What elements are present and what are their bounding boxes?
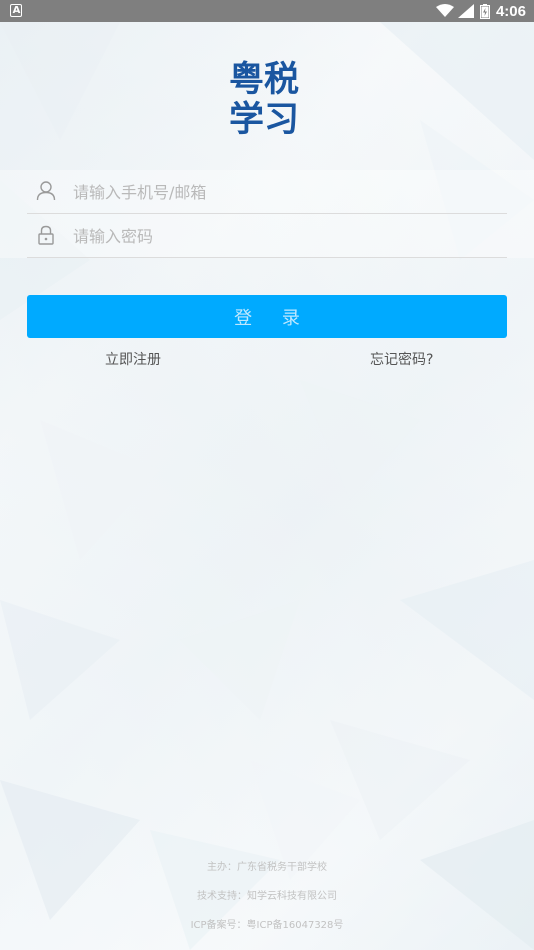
wifi-icon xyxy=(435,4,454,17)
app-logo: 粤税 学习 xyxy=(229,60,309,140)
low-poly-background-pattern xyxy=(0,22,534,950)
lock-icon xyxy=(38,225,54,245)
logo-line-2: 学习 xyxy=(229,100,300,140)
login-form xyxy=(0,170,534,258)
status-bar: A 4:06 xyxy=(0,0,534,22)
forgot-password-link[interactable]: 忘记密码? xyxy=(370,349,433,369)
account-field xyxy=(27,170,507,214)
footer-tech-support: 技术支持：知学云科技有限公司 xyxy=(197,891,337,902)
notification-icon: A xyxy=(10,4,22,17)
notification-badge: A xyxy=(12,5,21,16)
register-link[interactable]: 立即注册 xyxy=(105,349,161,369)
account-input[interactable] xyxy=(73,178,493,206)
password-input[interactable] xyxy=(73,222,493,250)
password-field xyxy=(27,214,507,258)
logo-line-1: 粤税 xyxy=(229,60,300,100)
login-button[interactable]: 登 录 xyxy=(27,295,507,338)
clock: 4:06 xyxy=(495,2,526,20)
status-bar-right: 4:06 xyxy=(435,0,526,22)
battery-charging-icon xyxy=(479,3,490,19)
user-icon xyxy=(36,181,56,201)
footer-icp: ICP备案号：粤ICP备16047328号 xyxy=(190,920,344,931)
footer-organizer: 主办：广东省税务干部学校 xyxy=(207,862,327,873)
signal-icon xyxy=(457,4,474,18)
